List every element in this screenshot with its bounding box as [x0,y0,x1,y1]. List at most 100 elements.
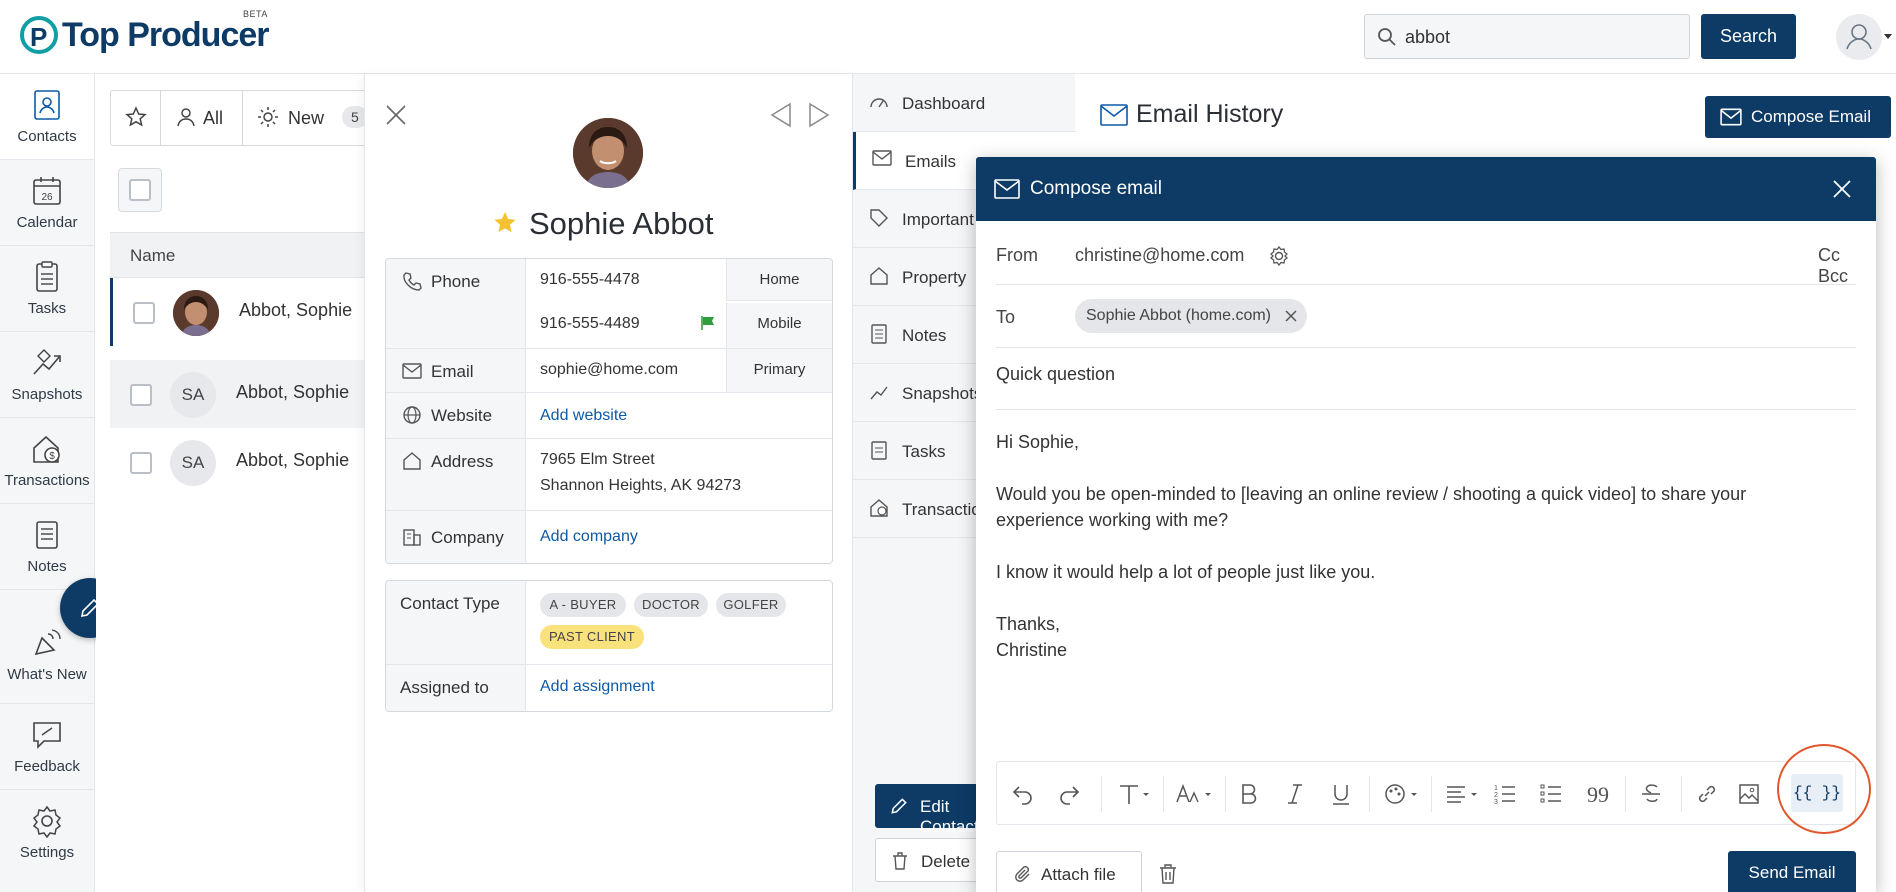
filter-new[interactable]: New 5 [243,91,369,145]
section-label: Property [902,268,967,287]
contact-type-chip[interactable]: PAST CLIENT [540,625,644,649]
search-button[interactable]: Search [1701,14,1796,59]
filter-all-label: All [203,108,224,128]
attach-file-button[interactable]: Attach file [996,851,1142,892]
nav-contacts[interactable]: Contacts [0,74,94,160]
recipient-chip[interactable]: Sophie Abbot (home.com) [1075,299,1307,333]
favorite-star-icon[interactable] [492,210,518,236]
row-checkbox[interactable] [130,452,152,474]
address-line2[interactable]: Shannon Heights, AK 94273 [540,477,741,495]
align-icon[interactable] [1445,782,1479,806]
gear-icon[interactable] [1268,245,1290,267]
nav-notes[interactable]: Notes [0,504,94,590]
name-column-label: Name [130,246,176,265]
select-all-wrapper [118,168,162,212]
subject-value[interactable]: Quick question [996,364,1115,385]
assigned-label: Assigned to [400,678,489,697]
italic-icon[interactable] [1283,782,1307,806]
compose-email-label: Compose Email [1751,107,1871,126]
ordered-list-icon[interactable]: 123 [1493,782,1517,806]
list-item[interactable]: SA Abbot, Sophie [110,360,364,428]
sun-icon [258,107,278,127]
bold-icon[interactable] [1237,782,1261,806]
avatar [173,290,219,336]
add-assignment-link[interactable]: Add assignment [540,678,655,696]
user-avatar[interactable] [1836,14,1882,60]
row-checkbox[interactable] [130,384,152,406]
list-item[interactable]: SA Abbot, Sophie [110,428,364,496]
phone-icon [402,271,422,291]
contact-type-chip[interactable]: A - BUYER [540,593,626,617]
select-all-checkbox[interactable] [129,179,151,201]
section-label: Snapshots [902,384,983,403]
text-color-icon[interactable] [1383,782,1419,806]
undo-icon[interactable] [1011,782,1035,806]
phone-home-value[interactable]: 916-555-4478 [540,271,640,289]
text-style-icon[interactable] [1117,782,1151,806]
chevron-down-icon[interactable] [1884,34,1892,39]
search-input[interactable] [1405,23,1675,51]
from-value[interactable]: christine@home.com [1075,245,1244,266]
close-icon[interactable] [1832,179,1852,199]
nav-feedback[interactable]: Feedback [0,704,94,790]
contact-type-chip[interactable]: GOLFER [716,593,786,617]
font-size-icon[interactable] [1175,782,1213,806]
notes-icon [30,518,64,552]
underline-icon[interactable] [1329,782,1353,806]
close-icon[interactable] [385,104,407,126]
contact-full-name: Sophie Abbot [529,206,714,241]
filter-all[interactable]: All [161,91,243,145]
row-checkbox[interactable] [133,302,155,324]
nav-calendar[interactable]: 26 Calendar [0,160,94,246]
send-email-button[interactable]: Send Email [1728,851,1856,892]
image-icon[interactable] [1737,782,1761,806]
cc-bcc-toggle[interactable]: Cc Bcc [1818,245,1856,287]
bullet-list-icon[interactable] [1539,782,1563,806]
trash-icon[interactable] [1158,863,1178,885]
calendar-day: 26 [41,192,53,203]
email-body-editor[interactable]: Hi Sophie, Would you be open-minded to [… [996,429,1816,663]
add-website-link[interactable]: Add website [540,407,627,425]
nav-snapshots[interactable]: Snapshots [0,332,94,418]
svg-text:2: 2 [1494,792,1498,799]
nav-tasks[interactable]: Tasks [0,246,94,332]
compose-email-dialog: Compose email From christine@home.com Cc… [976,157,1876,892]
attach-file-label: Attach file [1041,865,1116,884]
list-item[interactable]: Abbot, Sophie [110,278,364,346]
contact-type-chip[interactable]: DOCTOR [634,593,708,617]
quote-icon[interactable]: 99 [1585,782,1609,806]
snapshots-icon [869,382,889,402]
transactions-icon [869,498,889,518]
search-box[interactable] [1364,14,1690,59]
email-value[interactable]: sophie@home.com [540,361,678,379]
globe-icon [402,405,422,425]
section-dashboard[interactable]: Dashboard [853,74,1076,132]
svg-text:99: 99 [1587,782,1609,806]
compose-email-button[interactable]: Compose Email [1705,96,1891,138]
redo-icon[interactable] [1057,782,1081,806]
strikethrough-icon[interactable] [1639,782,1663,806]
svg-text:$: $ [49,451,55,462]
email-history-title: Email History [1136,100,1284,128]
house-icon [869,266,889,286]
previous-contact-icon[interactable] [769,102,793,128]
link-icon[interactable] [1695,782,1719,806]
left-nav: Contacts 26 Calendar Tasks Snapshots $ T… [0,74,95,892]
subject-field[interactable]: Quick question [996,348,1856,410]
section-label: Tasks [902,442,946,461]
address-line1[interactable]: 7965 Elm Street [540,451,655,469]
next-contact-icon[interactable] [807,102,831,128]
filter-favorites[interactable] [111,91,161,145]
nav-settings[interactable]: Settings [0,790,94,876]
filter-bar: All New 5 [110,90,370,146]
name-column-header[interactable]: Name [110,232,364,278]
remove-recipient-icon[interactable] [1285,310,1297,322]
contact-photo [573,118,643,188]
add-company-link[interactable]: Add company [540,528,638,546]
tasks-icon [30,260,64,294]
phone-mobile-value[interactable]: 916-555-4489 [540,315,640,333]
nav-transactions[interactable]: $ Transactions [0,418,94,504]
nav-label: What's New [7,666,87,683]
user-icon [1846,24,1872,50]
assigned-row: Assigned to Add assignment [386,665,832,711]
